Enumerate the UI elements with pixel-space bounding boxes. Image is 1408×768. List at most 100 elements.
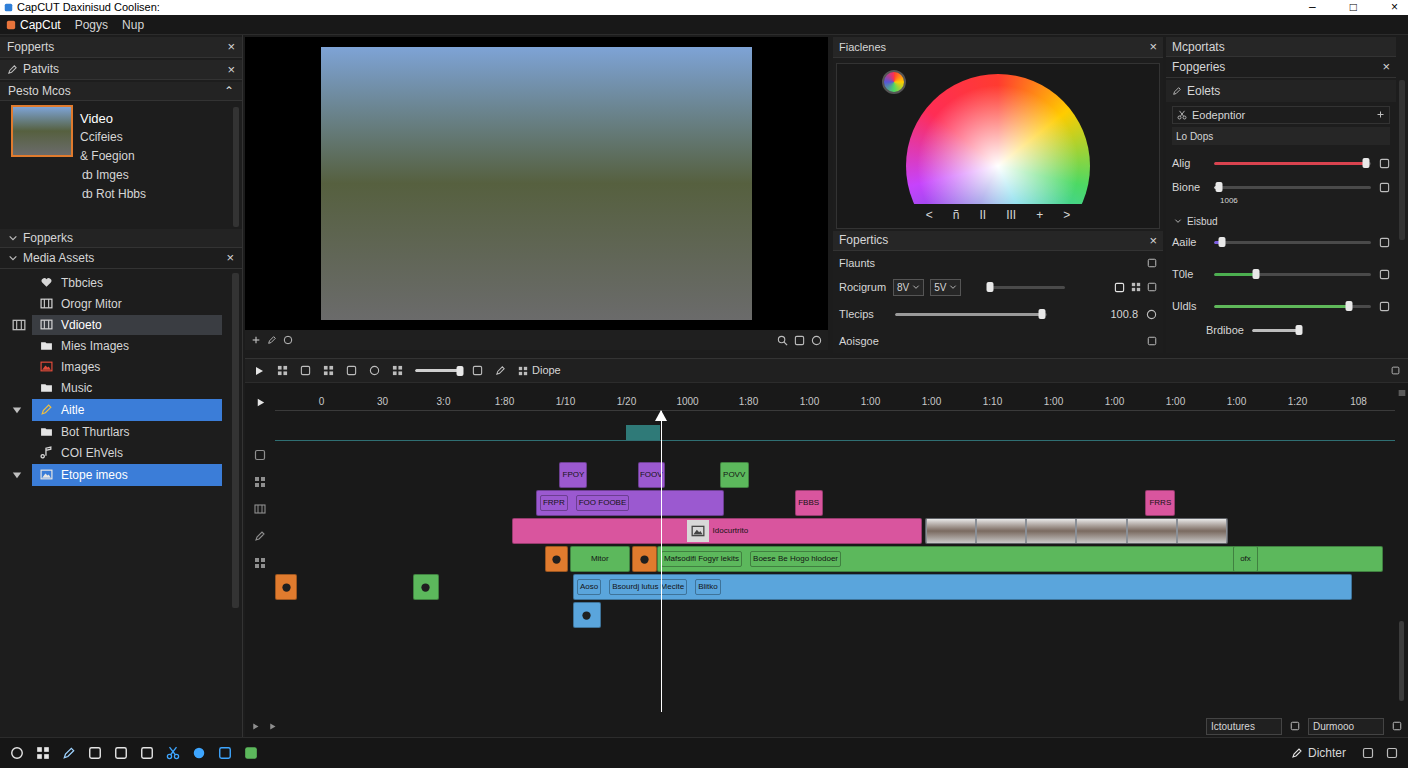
settings-icon[interactable] (283, 335, 293, 345)
timeline-clip[interactable]: FBBS (795, 490, 823, 516)
close-button[interactable]: × (226, 248, 234, 268)
slider[interactable] (1214, 301, 1371, 311)
transport-button[interactable]: + (1036, 206, 1043, 224)
slider-knob[interactable] (1218, 237, 1225, 247)
timeline-clip[interactable]: Idocurtrito (512, 518, 922, 544)
grid-action-icon[interactable] (36, 746, 50, 760)
media-info-item[interactable]: Ccifeies (80, 128, 233, 147)
add-icon[interactable] (251, 335, 261, 345)
section-header[interactable]: Fopperks (0, 229, 242, 248)
media-info-item[interactable]: ȸ Imges (80, 166, 233, 185)
grid-track-icon[interactable] (254, 557, 266, 569)
pin-icon[interactable] (1172, 86, 1182, 96)
effect-item[interactable]: Eodepntior (1172, 106, 1390, 125)
options-icon[interactable] (1147, 336, 1157, 346)
timeline-clip[interactable]: Mitor (570, 546, 630, 572)
crop-icon[interactable] (518, 366, 528, 376)
grid-tool-icon[interactable] (277, 365, 288, 376)
panel-tab[interactable]: Mcportats (1166, 37, 1396, 57)
edit-icon[interactable] (267, 335, 277, 345)
scissors-action-icon[interactable] (166, 746, 180, 760)
scrollbar[interactable] (233, 107, 239, 227)
section-header[interactable]: Pesto Mcos⌃ (0, 82, 242, 101)
timeline-clip[interactable]: FRRS (1145, 490, 1175, 516)
timeline-clip[interactable]: FRPRFOO FOOBE (536, 490, 724, 516)
close-button[interactable]: × (1149, 37, 1157, 57)
menu-item[interactable]: Nup (122, 16, 144, 34)
edit-icon[interactable] (495, 365, 506, 376)
more-icon[interactable] (1398, 389, 1406, 397)
split-icon[interactable] (472, 365, 483, 376)
transport-button[interactable]: < (926, 206, 933, 224)
timeline-clip[interactable]: ofx (1233, 546, 1259, 572)
slider[interactable] (895, 309, 1047, 319)
chevron-icon[interactable] (8, 253, 18, 263)
keyframe-icon[interactable] (1379, 158, 1390, 169)
timeline-clip[interactable] (413, 574, 439, 600)
timeline-clip[interactable] (545, 546, 569, 572)
filled-action-icon[interactable] (244, 746, 258, 760)
scrollbar[interactable] (232, 273, 239, 608)
asset-item[interactable]: Vdioeto (0, 315, 232, 335)
app-menu[interactable]: CapCut (6, 16, 61, 34)
dot-action-icon[interactable] (192, 746, 206, 760)
color-picker-dot[interactable] (882, 70, 906, 94)
slider-knob[interactable] (1039, 309, 1046, 319)
pen-icon[interactable] (7, 64, 18, 75)
footer-field[interactable]: Durmooo (1308, 718, 1384, 735)
keyframe-icon[interactable] (1379, 182, 1390, 193)
asset-item[interactable]: Music (0, 378, 232, 398)
transport-button[interactable]: II (979, 206, 986, 224)
property-heading[interactable]: Flaunts (839, 251, 1157, 275)
field-options-icon[interactable] (1392, 721, 1402, 731)
chevron-icon[interactable] (1174, 217, 1182, 225)
select-box[interactable]: 5V (930, 279, 961, 296)
timeline-clip[interactable] (632, 546, 657, 572)
pen-action-icon[interactable] (62, 746, 76, 760)
asset-item[interactable]: Orogr Mitor (0, 294, 232, 314)
slider-knob[interactable] (1295, 325, 1302, 335)
footer-field[interactable]: Ictoutures (1206, 718, 1282, 735)
slider-knob[interactable] (1346, 301, 1353, 311)
timeline-clip[interactable] (573, 602, 601, 628)
film-track-icon[interactable] (254, 503, 266, 515)
square-action-icon[interactable] (140, 746, 154, 760)
close-button[interactable]: × (227, 37, 235, 57)
square-tool-icon[interactable] (346, 365, 357, 376)
circle-tool-icon[interactable] (369, 365, 380, 376)
frame-icon[interactable] (1114, 282, 1125, 293)
field-options-icon[interactable] (1290, 721, 1300, 731)
panel-header[interactable]: Fopertics× (833, 231, 1163, 252)
play-icon[interactable] (255, 397, 266, 408)
slider[interactable] (1214, 269, 1371, 279)
square-action-icon[interactable] (114, 746, 128, 760)
expand-icon[interactable] (12, 470, 22, 480)
collapse-toggle[interactable]: ⌃ (224, 82, 234, 100)
zoom-slider[interactable] (415, 366, 460, 376)
property-heading[interactable]: Aoisgoe (839, 329, 1157, 353)
menu-item[interactable]: Pogys (75, 16, 108, 34)
timeline-clip[interactable]: FPOY (559, 462, 587, 488)
playhead[interactable] (661, 411, 662, 712)
close-button[interactable]: × (1382, 57, 1390, 77)
expand-icon[interactable] (1391, 366, 1400, 375)
grid-icon[interactable] (1131, 282, 1141, 292)
reset-icon[interactable] (1146, 309, 1157, 320)
property-value[interactable]: 100.8 (1110, 306, 1138, 323)
square-action-icon[interactable] (88, 746, 102, 760)
color-wheel[interactable] (906, 74, 1090, 204)
asset-item[interactable]: Images (0, 357, 232, 377)
asset-item[interactable]: Bot Thurtlars (0, 422, 232, 442)
window-control[interactable]: □ (1350, 0, 1357, 15)
close-button[interactable]: × (1149, 231, 1157, 251)
square-track-icon[interactable] (254, 449, 266, 461)
asset-item[interactable]: Etope imeos (0, 464, 232, 486)
panel-header[interactable]: Patvits× (0, 60, 242, 81)
square-action-icon[interactable] (218, 746, 232, 760)
window-icon[interactable] (1362, 747, 1374, 759)
select-box[interactable]: 8V (893, 279, 924, 296)
media-info-item[interactable]: ȸ Rot Hbbs (80, 185, 233, 204)
circle-action-icon[interactable] (10, 746, 24, 760)
transport-button[interactable]: III (1006, 206, 1016, 224)
slider[interactable] (1214, 158, 1371, 168)
